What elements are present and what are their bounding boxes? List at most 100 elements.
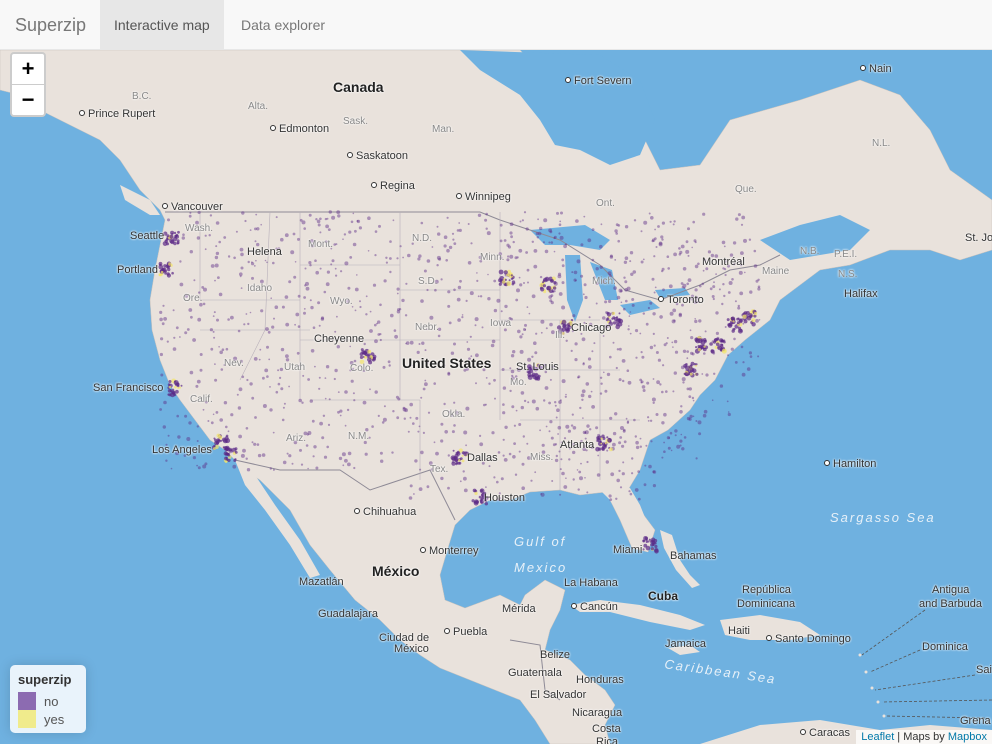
tab-data-explorer[interactable]: Data explorer: [227, 0, 339, 49]
zip-point: [609, 355, 612, 359]
zip-point: [516, 256, 519, 259]
zip-point: [502, 438, 505, 441]
zip-point: [557, 433, 559, 435]
zip-point: [507, 245, 511, 249]
mapbox-link[interactable]: Mapbox: [948, 731, 987, 743]
zip-point: [472, 488, 477, 493]
zip-point: [512, 350, 516, 354]
zip-point: [689, 329, 692, 332]
zip-point: [476, 272, 478, 274]
zip-point: [623, 440, 627, 444]
zip-point: [377, 414, 380, 417]
zip-point: [285, 322, 290, 327]
zip-point: [534, 351, 538, 355]
zip-point: [409, 340, 414, 345]
zip-point: [494, 397, 496, 400]
zip-point: [163, 400, 167, 405]
zip-point: [424, 349, 427, 352]
zip-point: [453, 342, 456, 346]
zip-point: [539, 429, 541, 432]
city-label: Helena: [247, 246, 282, 258]
zip-point: [245, 427, 249, 430]
zip-point: [499, 239, 503, 243]
zip-point: [541, 443, 545, 447]
zip-point: [387, 360, 391, 364]
zip-point: [207, 420, 210, 422]
zip-point: [621, 472, 625, 476]
tab-interactive-map[interactable]: Interactive map: [100, 0, 224, 49]
zip-point: [671, 341, 674, 344]
zip-point: [531, 355, 534, 358]
zip-point: [443, 402, 446, 406]
zip-point: [477, 213, 482, 217]
province-label: Ariz.: [286, 433, 306, 444]
zip-point: [409, 402, 414, 407]
zip-point: [506, 258, 510, 262]
zip-point: [518, 423, 522, 426]
zip-point: [690, 336, 694, 340]
zip-point: [599, 376, 603, 379]
country-label-united-states: United States: [402, 355, 492, 371]
zip-point: [652, 332, 655, 335]
zip-point: [249, 229, 252, 232]
zip-point: [504, 304, 508, 309]
zip-point: [392, 410, 395, 413]
interactive-map[interactable]: Canada United States México Gulf of Mexi…: [0, 50, 992, 744]
zip-point: [197, 317, 202, 322]
zip-point: [240, 252, 244, 257]
zip-point: [629, 332, 632, 335]
zip-point: [525, 251, 528, 254]
zip-point: [561, 471, 565, 476]
zip-point: [448, 245, 453, 250]
zip-point: [166, 242, 170, 246]
leaflet-link[interactable]: Leaflet: [861, 731, 894, 743]
zip-point: [213, 447, 216, 450]
zip-point: [648, 538, 652, 541]
zip-point: [225, 425, 228, 429]
zoom-out-button[interactable]: −: [12, 85, 44, 115]
zip-point: [330, 263, 333, 266]
zip-point: [559, 493, 562, 496]
zoom-in-button[interactable]: +: [12, 54, 44, 85]
zip-point: [219, 350, 223, 355]
zip-point: [742, 361, 745, 364]
zip-point: [650, 440, 653, 443]
zip-point: [310, 305, 314, 310]
province-label: P.E.I.: [834, 249, 858, 260]
zip-point: [435, 451, 439, 456]
zip-point: [184, 331, 188, 335]
zip-point: [303, 227, 307, 230]
zip-point: [447, 454, 450, 457]
zip-point: [348, 230, 352, 234]
zip-point: [314, 259, 317, 263]
zip-point: [236, 393, 239, 396]
zip-point: [654, 544, 658, 549]
zip-point: [680, 244, 685, 249]
zip-point: [210, 264, 215, 268]
zip-point: [167, 434, 170, 437]
zip-point: [515, 409, 518, 412]
zip-point: [498, 278, 503, 283]
app-brand[interactable]: Superzip: [15, 0, 86, 50]
zip-point: [407, 253, 411, 258]
zip-point: [259, 348, 262, 351]
zip-point: [344, 261, 349, 266]
zip-point: [617, 239, 620, 243]
zip-point: [479, 434, 482, 437]
zip-point: [614, 229, 618, 233]
zip-point: [521, 333, 524, 336]
zip-point: [556, 408, 560, 413]
zip-point: [661, 456, 664, 459]
zip-point: [168, 393, 172, 397]
province-label: Ore.: [183, 293, 203, 304]
zip-point: [374, 323, 377, 327]
zip-point: [685, 240, 689, 244]
zip-point: [308, 261, 312, 265]
zip-point: [215, 221, 220, 225]
zip-point: [637, 497, 641, 501]
zip-point: [647, 420, 650, 422]
zip-point: [212, 315, 215, 317]
zip-point: [682, 267, 687, 271]
zip-point: [657, 358, 662, 362]
zip-point: [300, 463, 304, 466]
